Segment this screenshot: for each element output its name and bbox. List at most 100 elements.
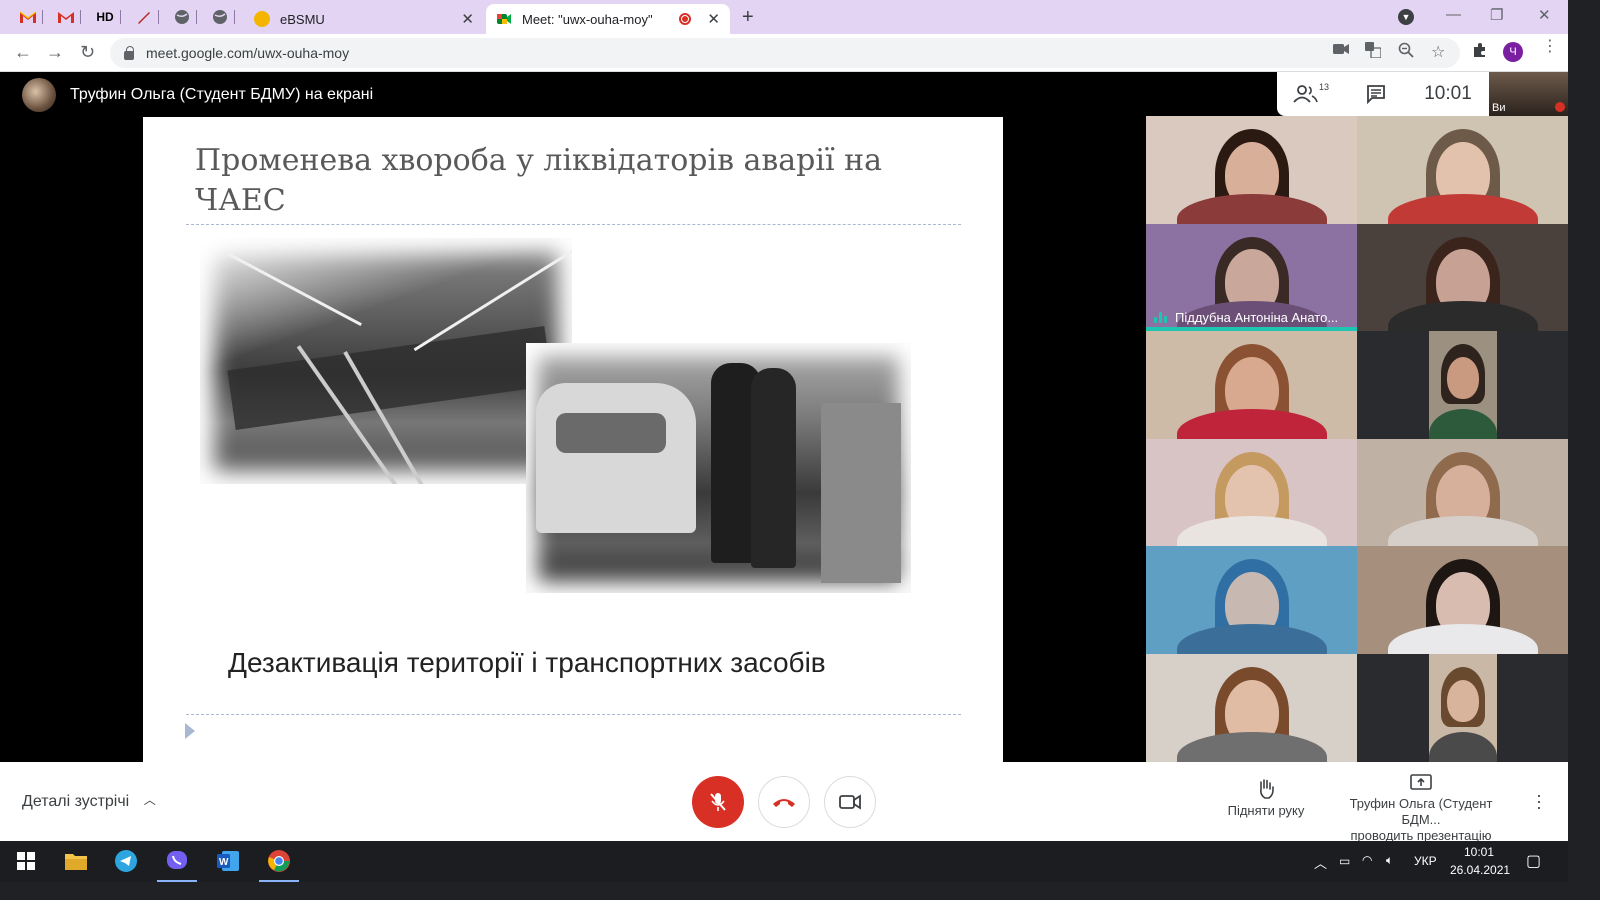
participant-tile[interactable] <box>1146 438 1357 547</box>
chevron-up-icon: ︿ <box>143 793 156 807</box>
mic-off-icon <box>1555 102 1565 112</box>
slide-caption: Дезактивація території і транспортних за… <box>228 647 826 678</box>
participants-button[interactable]: 13 <box>1277 82 1345 104</box>
participant-tile[interactable]: Піддубна Антоніна Анато... <box>1146 223 1357 332</box>
participant-face <box>1447 357 1479 399</box>
svg-text:W: W <box>219 857 229 868</box>
participant-video <box>1357 438 1568 547</box>
mic-toggle-button[interactable] <box>692 776 744 828</box>
pinned-tab-gmail-1[interactable] <box>14 5 43 29</box>
meeting-clock: 10:01 <box>1424 83 1472 104</box>
meeting-details-button[interactable]: Деталі зустрічі ︿ <box>22 793 156 811</box>
gmail-icon <box>58 12 74 23</box>
address-bar[interactable]: meet.google.com/uwx-ouha-moy <box>110 38 1460 68</box>
participant-body <box>1387 516 1538 547</box>
back-button[interactable]: ← <box>14 42 32 63</box>
windows-taskbar: W ︿ ▭ ◠ 🔈︎ УКР 10:01 26.04.2021 ▢ <box>0 841 1568 882</box>
participant-video <box>1146 654 1357 762</box>
language-indicator[interactable]: УКР <box>1414 854 1437 868</box>
tab-meet[interactable]: Meet: "uwx-ouha-moy" ✕ <box>486 4 730 34</box>
participant-tile[interactable] <box>1357 546 1568 654</box>
participants-count: 13 <box>1318 82 1329 92</box>
participant-video <box>1146 116 1357 224</box>
chat-icon <box>1367 85 1385 104</box>
participant-body <box>1176 623 1327 654</box>
close-tab-icon[interactable]: ✕ <box>461 10 474 28</box>
leave-call-button[interactable] <box>758 776 810 828</box>
participant-tile[interactable] <box>1357 438 1568 547</box>
close-window-button[interactable]: ✕ <box>1538 6 1551 24</box>
pinned-tab-globe-1[interactable] <box>168 5 197 29</box>
minimize-button[interactable]: — <box>1446 6 1461 23</box>
translate-icon[interactable] <box>1365 42 1382 61</box>
lock-icon <box>124 45 134 60</box>
ebsmu-favicon-icon <box>254 11 270 27</box>
windows-start-icon[interactable] <box>14 849 38 873</box>
meeting-info-panel: 13 10:01 <box>1277 72 1489 116</box>
wifi-icon[interactable]: ◠ <box>1362 853 1372 867</box>
word-icon[interactable]: W <box>216 849 240 873</box>
participant-body <box>1387 623 1538 654</box>
tab-separator <box>158 10 159 24</box>
participant-video <box>1357 223 1568 332</box>
notifications-icon[interactable]: ▢ <box>1526 851 1541 871</box>
self-label: Ви <box>1492 102 1506 114</box>
browser-toolbar: ← → ↻ meet.google.com/uwx-ouha-moy ☆ Ч ⋮ <box>0 34 1568 72</box>
participant-tile[interactable] <box>1146 654 1357 762</box>
raise-hand-button[interactable]: Підняти руку <box>1222 778 1310 818</box>
close-tab-icon[interactable]: ✕ <box>707 10 720 28</box>
participant-video <box>1429 654 1497 762</box>
telegram-icon[interactable] <box>114 849 138 873</box>
meeting-details-label: Деталі зустрічі <box>22 793 130 810</box>
taskbar-date[interactable]: 26.04.2021 <box>1450 863 1510 877</box>
self-preview-tile[interactable]: Ви <box>1489 72 1568 116</box>
chrome-icon[interactable] <box>267 849 291 873</box>
participant-tile[interactable] <box>1146 116 1357 224</box>
participant-tile[interactable] <box>1357 223 1568 332</box>
participant-tile[interactable] <box>1357 116 1568 224</box>
extensions-icon[interactable] <box>1472 42 1488 61</box>
photo-detail <box>227 326 553 430</box>
battery-icon[interactable]: ▭ <box>1339 854 1350 868</box>
raise-hand-label: Підняти руку <box>1227 803 1305 818</box>
camera-icon[interactable] <box>1333 42 1349 58</box>
camera-toggle-button[interactable] <box>824 776 876 828</box>
participant-tile[interactable] <box>1146 331 1357 439</box>
people-icon <box>1293 85 1318 103</box>
participant-body <box>1176 193 1327 224</box>
maximize-button[interactable]: ❐ <box>1490 6 1503 24</box>
photo-water-jet <box>228 252 362 327</box>
folder-icon[interactable] <box>64 849 88 873</box>
pinned-tab-gmail-2[interactable] <box>52 5 81 29</box>
volume-icon[interactable]: 🔈︎ <box>1386 853 1393 868</box>
viber-icon[interactable] <box>165 849 189 873</box>
taskbar-time[interactable]: 10:01 <box>1464 845 1494 859</box>
participant-tile[interactable] <box>1357 331 1568 439</box>
participant-tile[interactable] <box>1357 654 1568 762</box>
more-options-icon[interactable]: · · · <box>1536 786 1542 816</box>
active-app-indicator <box>157 880 197 882</box>
profile-avatar[interactable]: Ч <box>1503 42 1523 62</box>
participant-tile[interactable] <box>1146 546 1357 654</box>
participant-name-text: Піддубна Антоніна Анато... <box>1175 310 1339 326</box>
forward-button[interactable]: → <box>46 42 64 63</box>
chat-button[interactable] <box>1345 84 1407 104</box>
photo-worker <box>751 368 796 568</box>
new-tab-button[interactable]: + <box>742 6 754 29</box>
participant-body <box>1387 301 1538 332</box>
chrome-menu-icon[interactable]: ⋮ <box>1542 39 1558 55</box>
zoom-icon[interactable] <box>1398 42 1414 61</box>
star-icon[interactable]: ☆ <box>1431 42 1445 62</box>
photo-car <box>536 383 696 533</box>
tab-ebsmu[interactable]: eBSMU ✕ <box>244 4 484 34</box>
tab-search-icon[interactable]: ▼ <box>1398 9 1414 25</box>
presenter-name: Труфин Ольга (Студент БДМ... <box>1349 796 1493 827</box>
tray-overflow-icon[interactable]: ︿ <box>1314 853 1327 872</box>
pinned-tab-hd[interactable]: HD <box>90 5 121 29</box>
reload-button[interactable]: ↻ <box>80 42 95 63</box>
pinned-tab-pen[interactable] <box>130 5 159 29</box>
presentation-status[interactable]: Труфин Ольга (Студент БДМ... проводить п… <box>1330 774 1512 844</box>
pen-icon <box>138 12 150 24</box>
pinned-tab-globe-2[interactable] <box>206 5 235 29</box>
globe-icon <box>213 10 227 24</box>
